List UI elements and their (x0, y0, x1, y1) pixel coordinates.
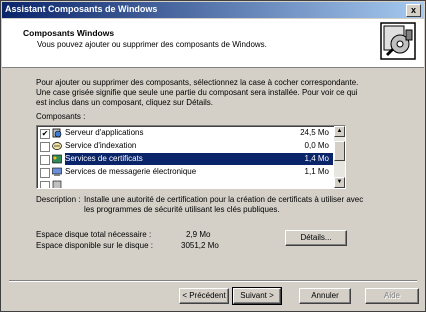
cancel-button[interactable]: Annuler (299, 288, 351, 304)
component-name: Serveur d'applications (65, 128, 144, 137)
close-button[interactable]: x (406, 4, 421, 17)
component-size: 1,1 Mo (304, 167, 329, 176)
scroll-up-button[interactable]: ▲ (334, 126, 345, 137)
list-item[interactable]: Services de messagerie électronique 1,1 … (37, 166, 333, 178)
disk-available-value: 3051,2 Mo (181, 241, 219, 250)
component-checkbox[interactable]: ✔ (40, 129, 50, 139)
footer-separator (9, 280, 417, 282)
back-button[interactable]: < Précédent (179, 288, 229, 304)
title-bar[interactable]: Assistant Composants de Windows x (2, 2, 424, 18)
component-checkbox[interactable] (40, 142, 50, 152)
list-item-selected[interactable]: Services de certificats 1,4 Mo (37, 153, 333, 165)
disk-required-label: Espace disque total nécessaire : (36, 230, 152, 239)
indexing-service-icon (52, 142, 62, 150)
list-item[interactable]: Service d'indexation 0,0 Mo (37, 140, 333, 152)
component-name: Services de messagerie électronique (65, 167, 197, 176)
header-subtitle: Vous pouvez ajouter ou supprimer des com… (37, 40, 267, 49)
details-button[interactable]: Détails... (285, 230, 347, 246)
intro-text: Pour ajouter ou supprimer des composants… (36, 78, 359, 107)
component-size: 1,4 Mo (304, 154, 329, 163)
component-size: 24,5 Mo (300, 128, 329, 137)
component-icon (52, 180, 62, 188)
windows-components-icon (380, 22, 416, 60)
description-text: Installe une autorité de certification p… (84, 195, 364, 214)
list-scrollbar[interactable]: ▲ ▼ (334, 126, 345, 188)
email-icon (52, 167, 62, 176)
component-size: 0,0 Mo (304, 141, 329, 150)
component-name: Services de certificats (65, 154, 143, 163)
wizard-header: Composants Windows Vous pouvez ajouter o… (2, 19, 424, 68)
description-label: Description : (36, 195, 81, 204)
header-title: Composants Windows (23, 28, 115, 38)
help-button[interactable]: Aide (365, 288, 419, 304)
list-item[interactable]: ✔ Serveur d'applications 24,5 Mo (37, 127, 333, 139)
components-list[interactable]: ✔ Serveur d'applications 24,5 Mo Service… (36, 125, 346, 189)
scroll-thumb[interactable] (334, 141, 345, 161)
component-checkbox[interactable] (40, 181, 50, 188)
component-name: Service d'indexation (65, 141, 137, 150)
next-button[interactable]: Suivant > (232, 287, 282, 305)
certificate-icon (52, 154, 62, 164)
scroll-down-button[interactable]: ▼ (334, 177, 345, 188)
wizard-window: Assistant Composants de Windows x Compos… (0, 0, 426, 312)
window-title: Assistant Composants de Windows (5, 4, 158, 14)
application-server-icon (52, 128, 62, 138)
disk-available-label: Espace disponible sur le disque : (36, 241, 153, 250)
component-checkbox[interactable] (40, 155, 50, 165)
components-label: Composants : (36, 112, 86, 121)
component-checkbox[interactable] (40, 168, 50, 178)
disk-required-value: 2,9 Mo (186, 230, 211, 239)
list-item-partial[interactable] (37, 179, 333, 188)
